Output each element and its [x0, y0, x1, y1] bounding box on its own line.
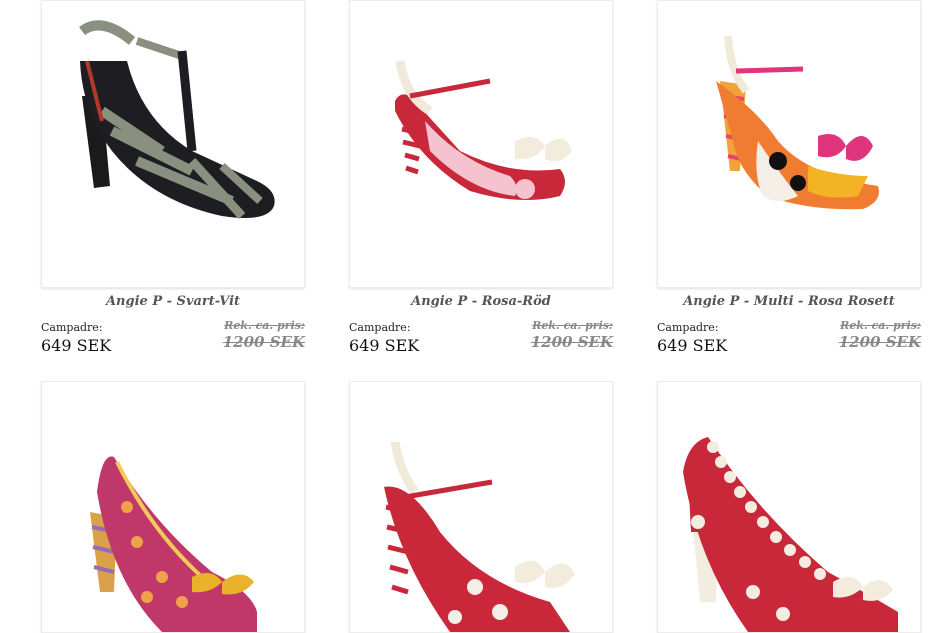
recommended-price-label: Rek. ca. pris: — [532, 319, 613, 332]
pink-red-sandal-icon — [395, 60, 572, 200]
product-image[interactable] — [349, 0, 613, 288]
product-name[interactable]: Angie P - Multi - Rosa Rosett — [657, 294, 921, 309]
price-label: Campadre: — [41, 321, 103, 334]
product-name[interactable]: Angie P - Svart-Vit — [41, 294, 305, 309]
recommended-price: 1200 SEK — [530, 333, 613, 351]
product-image[interactable] — [41, 381, 305, 633]
product-image[interactable] — [657, 0, 921, 288]
product-image[interactable] — [41, 0, 305, 288]
price-label: Campadre: — [349, 321, 411, 334]
recommended-price-label: Rek. ca. pris: — [840, 319, 921, 332]
pink-suede-pump-icon — [90, 456, 257, 632]
recommended-price: 1200 SEK — [838, 333, 921, 351]
product-image[interactable] — [657, 381, 921, 633]
price: 649 SEK — [349, 336, 420, 355]
red-polka-dot-sandal-icon — [384, 441, 575, 632]
red-scalloped-pump-icon — [683, 437, 898, 632]
price-label: Campadre: — [657, 321, 719, 334]
price: 649 SEK — [657, 336, 728, 355]
black-grey-striped-shoe-icon — [79, 20, 275, 220]
recommended-price-label: Rek. ca. pris: — [224, 319, 305, 332]
product-name[interactable]: Angie P - Rosa-Röd — [349, 294, 613, 309]
recommended-price: 1200 SEK — [222, 333, 305, 351]
multicolor-sandal-icon — [716, 35, 879, 210]
product-image[interactable] — [349, 381, 613, 633]
price: 649 SEK — [41, 336, 112, 355]
